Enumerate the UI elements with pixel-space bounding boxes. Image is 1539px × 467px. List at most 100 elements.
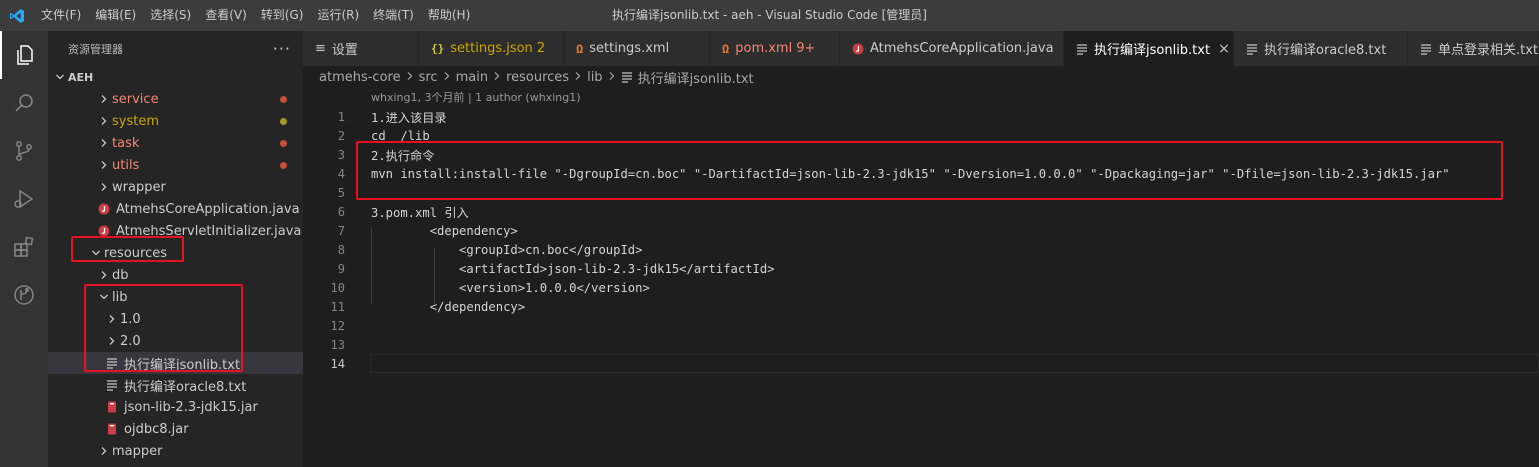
extensions-icon[interactable] <box>0 223 48 271</box>
line-text: <groupId>cn.boc</groupId> <box>371 242 643 257</box>
source-control-icon[interactable] <box>0 127 48 175</box>
menu-item[interactable]: 运行(R) <box>310 0 366 31</box>
line-number: 9 <box>337 261 345 276</box>
line-number: 13 <box>330 337 345 352</box>
text-file-icon <box>104 379 120 391</box>
txt-file-icon <box>1420 43 1432 55</box>
code-line: 12 <box>303 316 1539 335</box>
tree-item-label: AtmehsCoreApplication.java <box>116 201 300 217</box>
menu-item[interactable]: 帮助(H) <box>421 0 477 31</box>
tree-item-label: db <box>112 267 129 283</box>
chevron-right-icon <box>96 182 112 192</box>
menu-item[interactable]: 选择(S) <box>143 0 198 31</box>
tree-item[interactable]: lib <box>48 286 303 308</box>
menu-item[interactable]: 编辑(E) <box>88 0 143 31</box>
txt-file-icon <box>1076 43 1088 55</box>
menu-item[interactable]: 转到(G) <box>254 0 311 31</box>
chevron-right-icon <box>96 138 112 148</box>
tab[interactable]: Ωsettings.xml <box>564 31 710 66</box>
breadcrumb-item[interactable]: resources <box>506 70 569 85</box>
modified-dot-icon <box>280 139 287 147</box>
line-text: cd /lib <box>371 128 430 143</box>
tree-item[interactable]: 2.0 <box>48 330 303 352</box>
line-number: 8 <box>337 242 345 257</box>
run-debug-icon[interactable] <box>0 175 48 223</box>
code-line: 4 mvn install:install-file "-DgroupId=cn.… <box>303 164 1539 183</box>
close-icon[interactable]: × <box>1218 41 1230 57</box>
modified-dot-icon <box>280 95 287 103</box>
tree-item[interactable]: json-lib-2.3-jdk15.jar <box>48 396 303 418</box>
json-file-icon: {} <box>431 42 445 55</box>
tree-item[interactable]: AtmehsServletInitializer.java <box>48 220 303 242</box>
more-actions-icon[interactable]: ··· <box>273 39 291 58</box>
line-number: 14 <box>330 356 345 371</box>
line-number: 10 <box>330 280 345 295</box>
breadcrumb-item[interactable]: 执行编译jsonlib.txt <box>638 68 754 87</box>
tab-label: AtmehsCoreApplication.java <box>870 41 1054 56</box>
breadcrumb-item[interactable]: atmehs-core <box>319 70 401 85</box>
explorer-icon[interactable] <box>0 31 48 79</box>
line-text: 2.执行命令 <box>371 148 435 163</box>
tab[interactable]: Ωpom.xml 9+ <box>710 31 840 66</box>
editor-tabs: ≡ 设置{} settings.json 2 Ωsettings.xml Ωpom.xml… <box>303 31 1539 66</box>
tree-item[interactable]: 1.0 <box>48 308 303 330</box>
modified-dot-icon <box>280 161 287 169</box>
chevron-down-icon <box>52 72 68 82</box>
breadcrumb-item[interactable]: lib <box>587 70 602 85</box>
tree-item[interactable]: static <box>48 462 303 467</box>
explorer-header: 资源管理器 ··· <box>48 31 303 66</box>
tree-item[interactable]: task <box>48 132 303 154</box>
problems-badge: 9+ <box>796 41 816 56</box>
breadcrumb-item[interactable]: main <box>456 70 488 85</box>
tree-item-label: resources <box>104 245 168 261</box>
problems-badge: 2 <box>536 41 546 56</box>
tab[interactable]: AtmehsCoreApplication.java <box>840 31 1064 66</box>
tree-item[interactable]: ojdbc8.jar <box>48 418 303 440</box>
tree-item[interactable]: service <box>48 88 303 110</box>
code-line: 5 <box>303 183 1539 202</box>
text-file-icon <box>104 357 120 369</box>
tree-item[interactable]: wrapper <box>48 176 303 198</box>
tree-item[interactable]: 执行编译oracle8.txt <box>48 374 303 396</box>
tree-item[interactable]: AtmehsCoreApplication.java <box>48 198 303 220</box>
menu-item[interactable]: 文件(F) <box>34 0 88 31</box>
tab[interactable]: 执行编译jsonlib.txt × <box>1064 31 1234 66</box>
tree-item-label: wrapper <box>112 179 166 195</box>
chevron-right-icon <box>96 446 112 456</box>
line-number: 3 <box>337 147 345 162</box>
title-bar: 文件(F) 编辑(E) 选择(S) 查看(V) 转到(G) 运行(R) 终端(T) 帮助(H)… <box>0 0 1539 31</box>
git-codelens[interactable]: whxing1, 3个月前 | 1 author (whxing1) <box>371 88 581 107</box>
tree-item[interactable]: db <box>48 264 303 286</box>
line-text: mvn install:install-file "-DgroupId=cn.b… <box>371 166 1450 181</box>
git-graph-icon[interactable] <box>0 271 48 319</box>
menu-item[interactable]: 查看(V) <box>198 0 254 31</box>
chevron-right-icon <box>96 270 112 280</box>
tree-root-label: AEH <box>68 70 94 84</box>
chevron-right-icon <box>443 70 451 85</box>
tab[interactable]: ≡ 设置 <box>303 31 419 66</box>
tab[interactable]: 执行编译oracle8.txt <box>1234 31 1408 66</box>
chevron-right-icon <box>96 160 112 170</box>
breadcrumb-item[interactable]: src <box>419 70 438 85</box>
search-icon[interactable] <box>0 79 48 127</box>
menu-item[interactable]: 终端(T) <box>366 0 421 31</box>
tree-item[interactable]: resources <box>48 242 303 264</box>
line-text: </dependency> <box>371 299 526 314</box>
tree-item-label: 2.0 <box>120 333 141 349</box>
line-number: 1 <box>337 109 345 124</box>
tree-item[interactable]: utils <box>48 154 303 176</box>
tree-item-label: 执行编译oracle8.txt <box>124 379 247 395</box>
text-editor[interactable]: whxing1, 3个月前 | 1 author (whxing1) 1 1.进入… <box>303 88 1539 467</box>
chevron-right-icon <box>608 70 616 85</box>
tree-item[interactable]: system <box>48 110 303 132</box>
tree-item[interactable]: 执行编译jsonlib.txt <box>48 352 303 374</box>
tree-root[interactable]: AEH <box>48 66 303 88</box>
tab-label: 执行编译jsonlib.txt <box>1094 43 1211 58</box>
tab-label: pom.xml <box>735 41 793 56</box>
chevron-right-icon <box>406 70 414 85</box>
tree-item[interactable]: mapper <box>48 440 303 462</box>
line-number: 7 <box>337 223 345 238</box>
chevron-right-icon <box>104 336 120 346</box>
tab[interactable]: 单点登录相关.txt <box>1408 31 1539 66</box>
tab[interactable]: {} settings.json 2 <box>419 31 564 66</box>
